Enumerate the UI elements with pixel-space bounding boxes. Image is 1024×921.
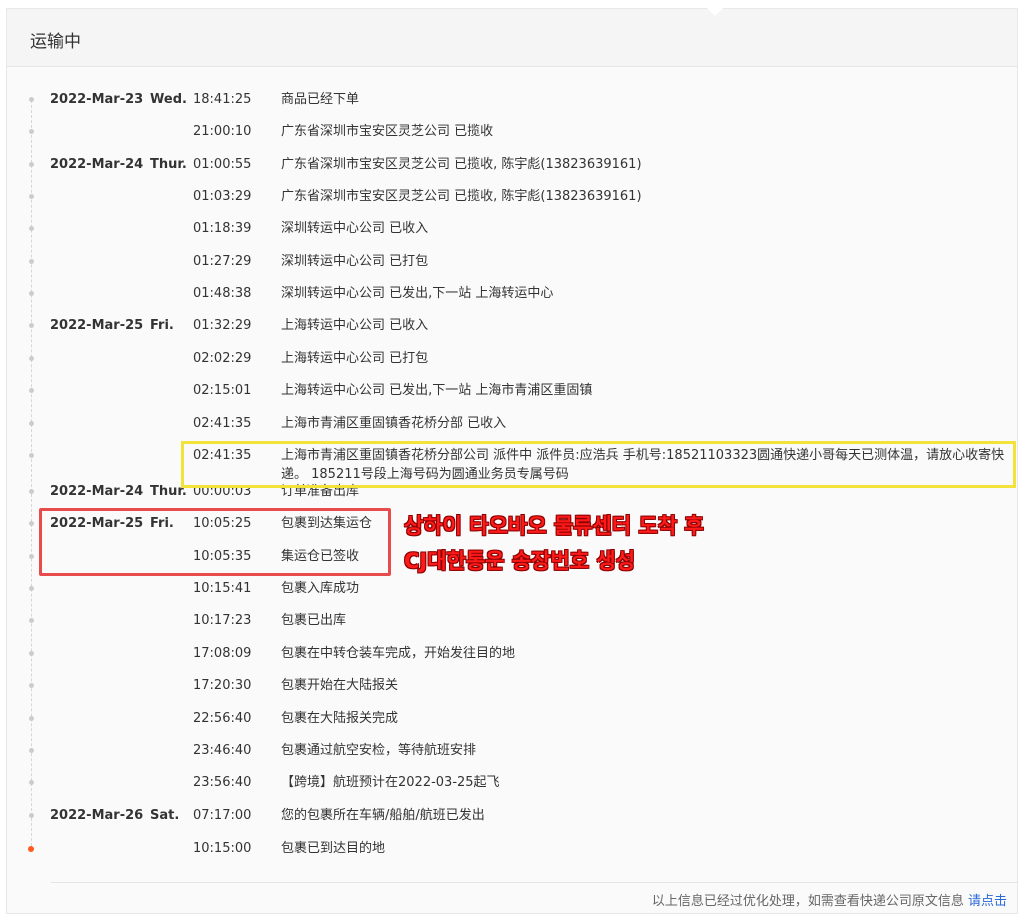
event-description: 上海转运中心公司 已发出,下一站 上海市青浦区重固镇: [281, 383, 593, 398]
event-description: 包裹已出库: [281, 613, 347, 628]
event-time: 23:56:40: [193, 775, 252, 790]
event-description: 包裹在中转仓装车完成，开始发往目的地: [281, 646, 516, 661]
event-description: 您的包裹所在车辆/船舶/航班已发出: [281, 808, 485, 823]
event-time: 01:03:29: [193, 189, 252, 204]
timeline-dot-icon: [29, 259, 34, 264]
event-description: 包裹已到达目的地: [281, 841, 386, 856]
timeline-dot-icon: [29, 780, 34, 785]
timeline-dot-icon: [29, 356, 34, 361]
event-time: 02:02:29: [193, 351, 252, 366]
event-date: 2022-Mar-24: [50, 157, 144, 172]
timeline-dot-icon: [29, 716, 34, 721]
timeline-dot-icon: [29, 388, 34, 393]
event-date: 2022-Mar-24: [50, 484, 144, 499]
status-title: 运输中: [30, 32, 81, 52]
event-date: 2022-Mar-25: [50, 318, 144, 333]
event-time: 07:17:00: [193, 808, 252, 823]
timeline-dot-icon: [29, 421, 34, 426]
event-time: 23:46:40: [193, 743, 252, 758]
timeline-dot-icon: [29, 129, 34, 134]
timeline-dot-icon: [29, 162, 34, 167]
event-description: 上海转运中心公司 已打包: [281, 351, 429, 366]
footer-text: 以上信息已经过优化处理，如需查看快递公司原文信息: [651, 894, 964, 909]
event-description: 广东省深圳市宝安区灵芝公司 已揽收: [281, 124, 494, 139]
timeline-dot-icon: [29, 683, 34, 688]
event-date: 2022-Mar-26: [50, 808, 144, 823]
event-description: 深圳转运中心公司 已发出,下一站 上海转运中心: [281, 286, 554, 301]
event-description: 上海市青浦区重固镇香花桥分部 已收入: [281, 416, 507, 431]
timeline-dot-icon: [29, 97, 34, 102]
event-weekday: Thur.: [150, 157, 187, 172]
timeline-line: [31, 100, 32, 846]
event-description: 深圳转运中心公司 已打包: [281, 254, 429, 269]
event-date: 2022-Mar-23: [50, 92, 144, 107]
event-time: 02:15:01: [193, 383, 252, 398]
event-description: 深圳转运中心公司 已收入: [281, 221, 429, 236]
event-description: 包裹开始在大陆报关: [281, 678, 399, 693]
event-time: 01:00:55: [193, 157, 252, 172]
event-weekday: Sat.: [150, 808, 180, 823]
footer-divider: [51, 882, 1018, 883]
event-time: 01:27:29: [193, 254, 252, 269]
annotation-line-2: CJ대한통운 송장번호 생성: [404, 549, 636, 573]
event-description: 上海转运中心公司 已收入: [281, 318, 429, 333]
event-description: 集运仓已签收: [281, 549, 360, 564]
panel-header: 运输中: [7, 9, 1017, 67]
event-time: 01:32:29: [193, 318, 252, 333]
current-status-dot-icon: [28, 846, 34, 852]
timeline-dot-icon: [29, 521, 34, 526]
event-description: 广东省深圳市宝安区灵芝公司 已揽收, 陈宇彪(13823639161): [281, 189, 642, 204]
event-description: 商品已经下单: [281, 92, 360, 107]
annotation-line-1: 상하이 타오바오 물류센터 도착 후: [404, 514, 704, 538]
timeline-dot-icon: [29, 194, 34, 199]
view-original-link[interactable]: 请点击: [968, 894, 1007, 909]
event-description: 包裹在大陆报关完成: [281, 711, 399, 726]
timeline-dot-icon: [29, 586, 34, 591]
footer-note: 以上信息已经过优化处理，如需查看快递公司原文信息 请点击: [652, 890, 1007, 909]
event-time: 17:20:30: [193, 678, 252, 693]
timeline-dot-icon: [29, 554, 34, 559]
event-time: 21:00:10: [193, 124, 252, 139]
event-description: 广东省深圳市宝安区灵芝公司 已揽收, 陈宇彪(13823639161): [281, 157, 642, 172]
event-description: 【跨境】航班预计在2022-03-25起飞: [281, 775, 500, 790]
event-description: 包裹入库成功: [281, 581, 360, 596]
timeline-dot-icon: [29, 748, 34, 753]
timeline-dot-icon: [29, 453, 34, 458]
timeline-dot-icon: [29, 489, 34, 494]
event-time: 10:17:23: [193, 613, 252, 628]
event-weekday: Wed.: [150, 92, 187, 107]
timeline-dot-icon: [29, 651, 34, 656]
timeline-dot-icon: [29, 323, 34, 328]
highlight-box-red: [39, 508, 391, 576]
event-time: 02:41:35: [193, 416, 252, 431]
timeline-dot-icon: [29, 291, 34, 296]
event-time: 01:48:38: [193, 286, 252, 301]
highlight-box-yellow: [181, 441, 1016, 488]
event-time: 22:56:40: [193, 711, 252, 726]
header-notch: [707, 8, 723, 16]
event-description: 包裹通过航空安检，等待航班安排: [281, 743, 477, 758]
event-time: 17:08:09: [193, 646, 252, 661]
timeline-dot-icon: [29, 813, 34, 818]
event-weekday: Fri.: [150, 318, 174, 333]
event-time: 01:18:39: [193, 221, 252, 236]
event-time: 18:41:25: [193, 92, 252, 107]
event-time: 10:15:41: [193, 581, 252, 596]
timeline-dot-icon: [29, 618, 34, 623]
event-time: 10:15:00: [193, 841, 252, 856]
timeline-dot-icon: [29, 226, 34, 231]
